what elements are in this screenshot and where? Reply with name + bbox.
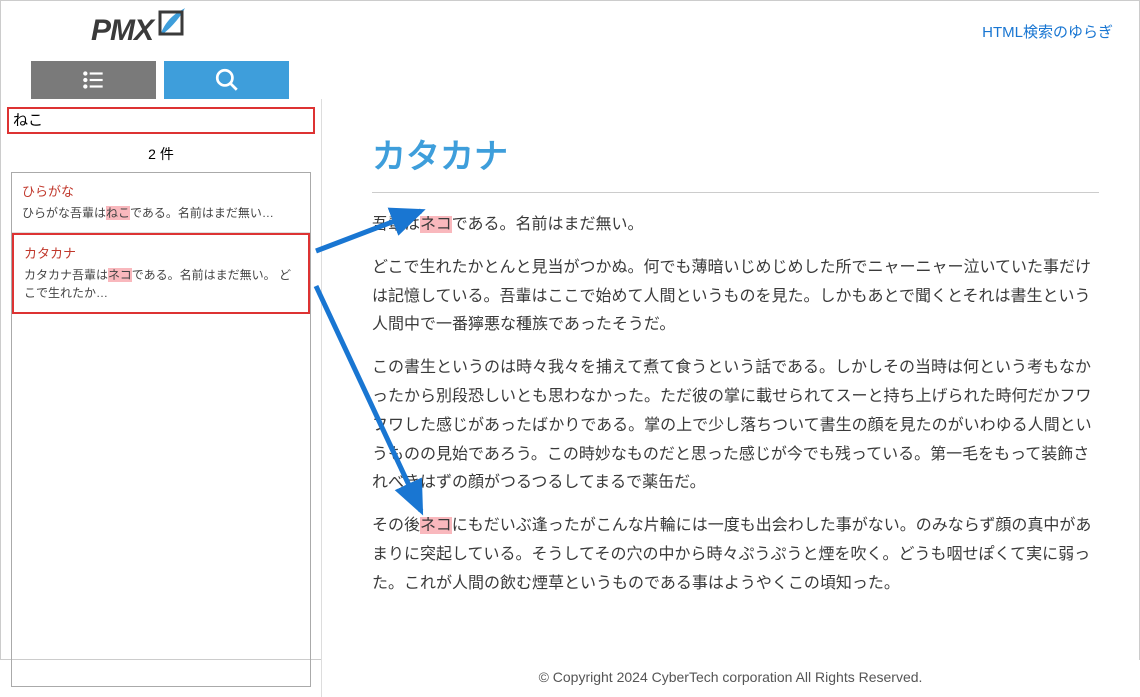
result-title: ひらがな (22, 181, 300, 200)
tab-search[interactable] (164, 61, 289, 99)
logo-text: PMX (91, 14, 153, 48)
result-snippet: ひらがな吾輩はねこである。名前はまだ無い… (22, 204, 300, 222)
search-input[interactable] (13, 111, 309, 128)
tab-toc[interactable] (31, 61, 156, 99)
result-title: カタカナ (24, 243, 298, 262)
paragraph: この書生というのは時々我々を捕えて煮て食うという話である。しかしその当時は何とい… (372, 354, 1099, 498)
result-item[interactable]: カタカナ カタカナ吾輩はネコである。名前はまだ無い。 どこで生れたか… (12, 233, 310, 314)
search-box (7, 107, 315, 134)
list-icon (81, 67, 107, 93)
page-title: カタカナ (372, 129, 1099, 193)
result-snippet: カタカナ吾輩はネコである。名前はまだ無い。 どこで生れたか… (24, 266, 298, 302)
header: PMX HTML検索のゆらぎ (1, 1, 1139, 61)
logo: PMX (91, 10, 189, 52)
feather-icon (155, 6, 189, 48)
main-layout: 2 件 ひらがな ひらがな吾輩はねこである。名前はまだ無い… カタカナ カタカナ… (1, 99, 1139, 697)
header-link[interactable]: HTML検索のゆらぎ (982, 21, 1113, 42)
highlight: ねこ (106, 206, 130, 220)
content-scroll[interactable]: カタカナ 吾輩はネコである。名前はまだ無い。 どこで生れたかとんと見当がつかぬ。… (322, 99, 1139, 659)
results-list: ひらがな ひらがな吾輩はねこである。名前はまだ無い… カタカナ カタカナ吾輩はネ… (11, 172, 311, 687)
paragraph: 吾輩はネコである。名前はまだ無い。 (372, 211, 1099, 240)
search-icon (214, 67, 240, 93)
tab-bar (31, 61, 1139, 99)
paragraph: どこで生れたかとんと見当がつかぬ。何でも薄暗いじめじめした所でニャーニャー泣いて… (372, 254, 1099, 340)
highlight: ネコ (420, 216, 452, 233)
sidebar: 2 件 ひらがな ひらがな吾輩はねこである。名前はまだ無い… カタカナ カタカナ… (1, 99, 321, 697)
paragraph: その後ネコにもだいぶ逢ったがこんな片輪には一度も出会わした事がない。のみならず顔… (372, 512, 1099, 598)
highlight: ネコ (420, 517, 452, 534)
footer: © Copyright 2024 CyberTech corporation A… (322, 659, 1139, 697)
highlight: ネコ (108, 268, 132, 282)
content-area: カタカナ 吾輩はネコである。名前はまだ無い。 どこで生れたかとんと見当がつかぬ。… (321, 99, 1139, 697)
result-item[interactable]: ひらがな ひらがな吾輩はねこである。名前はまだ無い… (12, 173, 310, 233)
result-count: 2 件 (11, 138, 311, 172)
